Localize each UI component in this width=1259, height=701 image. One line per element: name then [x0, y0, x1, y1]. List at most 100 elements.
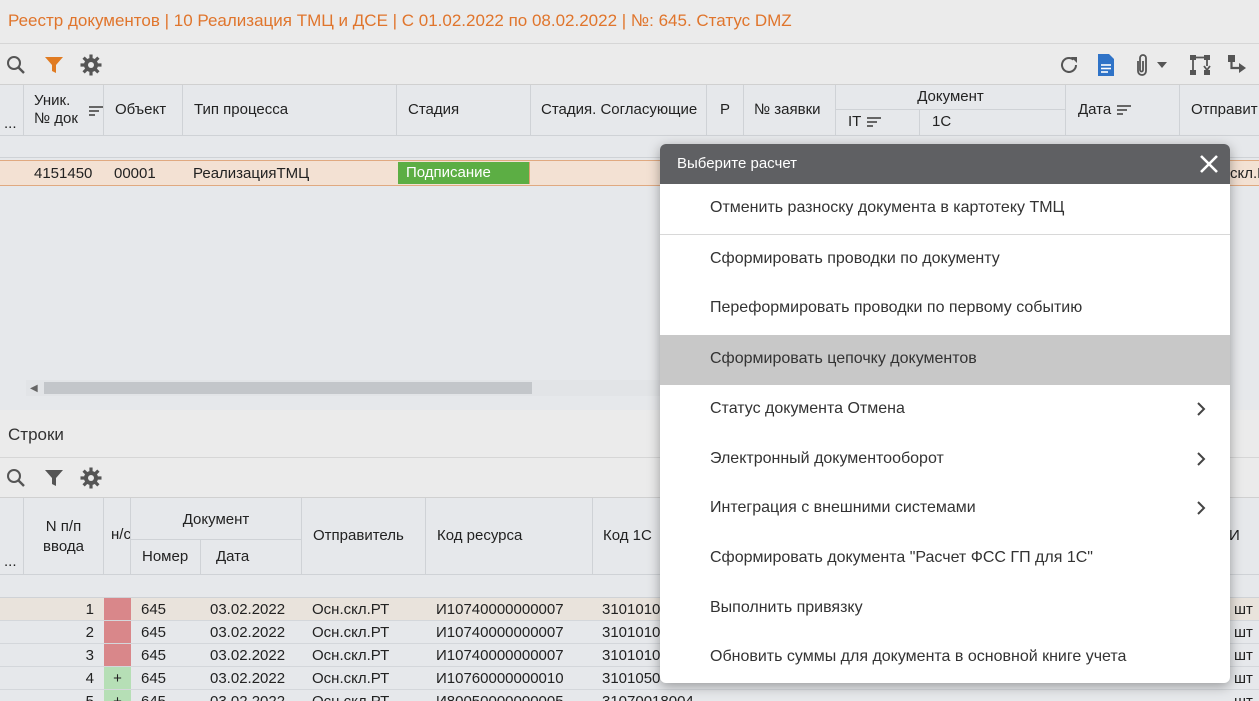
cell-object: 00001	[114, 165, 156, 182]
cell-unit: шт	[1234, 693, 1253, 701]
cell-resource: И10740000000007	[436, 601, 564, 618]
col-date[interactable]: Дата	[201, 540, 302, 574]
sort-icon[interactable]	[89, 106, 103, 116]
document-icon[interactable]	[1093, 52, 1119, 78]
cell-resource: И10760000000010	[436, 670, 564, 687]
cell-number: 645	[141, 670, 167, 687]
menu-item[interactable]: Выполнить привязку	[660, 584, 1230, 634]
menu-item[interactable]: Сформировать цепочку документов	[660, 335, 1230, 385]
scrollbar-thumb[interactable]	[44, 382, 532, 394]
status-flag: +	[104, 667, 131, 689]
menu-item-label: Сформировать документа "Расчет ФСС ГП дл…	[710, 549, 1093, 566]
cell-code1c: 3101010	[602, 601, 661, 618]
menu-item[interactable]: Отменить разноску документа в картотеку …	[660, 184, 1230, 234]
search-icon[interactable]	[3, 465, 29, 491]
col-request-no[interactable]: № заявки	[744, 85, 836, 135]
cell-uniq: 4151450	[34, 165, 93, 182]
col-nc[interactable]: н/с	[104, 498, 131, 574]
cell-sender: Осн.скл.РТ	[312, 693, 389, 701]
col-document-group: Документ	[836, 85, 1066, 110]
cell-sender: Осн.скл.РТ	[312, 624, 390, 641]
chevron-right-icon	[1196, 501, 1206, 515]
menu-item-label: Переформировать проводки по первому собы…	[710, 299, 1083, 316]
cell-code1c: 3101010	[602, 624, 661, 641]
cell-resource: И10740000000007	[436, 624, 564, 641]
status-flag	[104, 621, 131, 643]
horizontal-scrollbar[interactable]: ◀	[26, 380, 666, 396]
menu-divider	[660, 234, 1230, 235]
menu-item-label: Обновить суммы для документа в основной …	[710, 648, 1127, 665]
col-sender[interactable]: Отправит	[1180, 85, 1259, 135]
chevron-down-icon[interactable]	[1154, 52, 1170, 78]
col-unit[interactable]: И	[1229, 498, 1259, 574]
refresh-icon[interactable]	[1056, 52, 1082, 78]
column-menu[interactable]: ...	[0, 85, 24, 135]
cell-sender: Осн.скл.РТ	[312, 601, 390, 618]
cell-unit: шт	[1234, 601, 1253, 618]
col-object[interactable]: Объект	[104, 85, 183, 135]
cell-number: 645	[141, 624, 167, 641]
close-icon[interactable]	[1198, 153, 1220, 175]
col-doc-it-label: IT	[848, 113, 862, 130]
menu-item-label: Интеграция с внешними системами	[710, 499, 976, 516]
dialog-header: Выберите расчет	[660, 144, 1230, 184]
gear-icon[interactable]	[78, 52, 104, 78]
col-process[interactable]: Тип процесса	[183, 85, 397, 135]
filter-icon[interactable]	[41, 465, 67, 491]
arrow-icon[interactable]	[1225, 52, 1251, 78]
search-icon[interactable]	[3, 52, 29, 78]
menu-item[interactable]: Электронный документооборот	[660, 435, 1230, 485]
cell-date: 03.02.2022	[210, 601, 286, 618]
status-flag	[104, 644, 131, 666]
col-n[interactable]: N п/п ввода	[24, 498, 104, 574]
cell-date: 03.02.2022	[210, 647, 286, 664]
col-stage-approvers[interactable]: Стадия. Согласующие	[531, 85, 707, 135]
cell-n: 3	[85, 647, 94, 664]
cell-n: 5	[24, 693, 94, 701]
cell-sender: Осн.скл.РТ	[312, 670, 390, 687]
cell-code1c: 3101050	[602, 670, 661, 687]
title-bar: Реестр документов | 10 Реализация ТМЦ и …	[0, 0, 1259, 44]
sort-icon[interactable]	[867, 117, 882, 127]
status-flag	[104, 598, 131, 620]
col-stage[interactable]: Стадия	[397, 85, 531, 135]
sort-icon[interactable]	[1117, 105, 1132, 115]
col-date[interactable]: Дата	[1066, 85, 1180, 135]
status-flag: +	[104, 690, 131, 701]
window-title: Реестр документов | 10 Реализация ТМЦ и …	[8, 11, 792, 30]
column-menu[interactable]: ...	[0, 498, 24, 574]
menu-item[interactable]: Обновить суммы для документа в основной …	[660, 633, 1230, 683]
scroll-left-icon[interactable]: ◀	[30, 383, 38, 394]
col-date-label: Дата	[1078, 101, 1112, 118]
col-number[interactable]: Номер	[131, 540, 201, 574]
col-r[interactable]: Р	[707, 85, 744, 135]
cell-date: 03.02.2022	[210, 670, 286, 687]
menu-item[interactable]: Статус документа Отмена	[660, 385, 1230, 435]
paperclip-icon[interactable]	[1129, 52, 1155, 78]
menu-item-label: Электронный документооборот	[710, 450, 944, 467]
col-doc-it[interactable]: IT	[836, 110, 920, 135]
menu-item[interactable]: Сформировать документа "Расчет ФСС ГП дл…	[660, 534, 1230, 584]
cell-unit: шт	[1234, 670, 1253, 687]
cell-resource: И10740000000007	[436, 647, 564, 664]
col-resource[interactable]: Код ресурса	[426, 498, 593, 574]
cell-n: 1	[85, 601, 94, 618]
section-title: Строки	[8, 425, 64, 444]
tree-icon[interactable]	[1187, 52, 1213, 78]
col-sender[interactable]: Отправитель	[302, 498, 426, 574]
menu-item[interactable]: Интеграция с внешними системами	[660, 484, 1230, 534]
menu-item-label: Выполнить привязку	[710, 599, 863, 616]
dialog-title: Выберите расчет	[677, 155, 798, 172]
menu-item[interactable]: Сформировать проводки по документу	[660, 235, 1230, 285]
menu-item-label: Статус документа Отмена	[710, 400, 905, 417]
col-doc-1c[interactable]: 1С	[920, 110, 1066, 135]
menu-item[interactable]: Переформировать проводки по первому собы…	[660, 284, 1230, 334]
menu-item-label: Сформировать цепочку документов	[710, 350, 977, 367]
cell-process: РеализацияТМЦ	[193, 165, 310, 182]
table-row[interactable]: 5 +645 03.02.2022 Осн.скл.РТ И80050000000005…	[0, 690, 1259, 701]
filter-icon[interactable]	[41, 52, 67, 78]
calculation-dialog: Выберите расчет Отменить разноску докуме…	[660, 144, 1230, 683]
gear-icon[interactable]	[78, 465, 104, 491]
status-badge: Подписание	[398, 162, 530, 184]
cell-number: 645	[141, 693, 166, 701]
